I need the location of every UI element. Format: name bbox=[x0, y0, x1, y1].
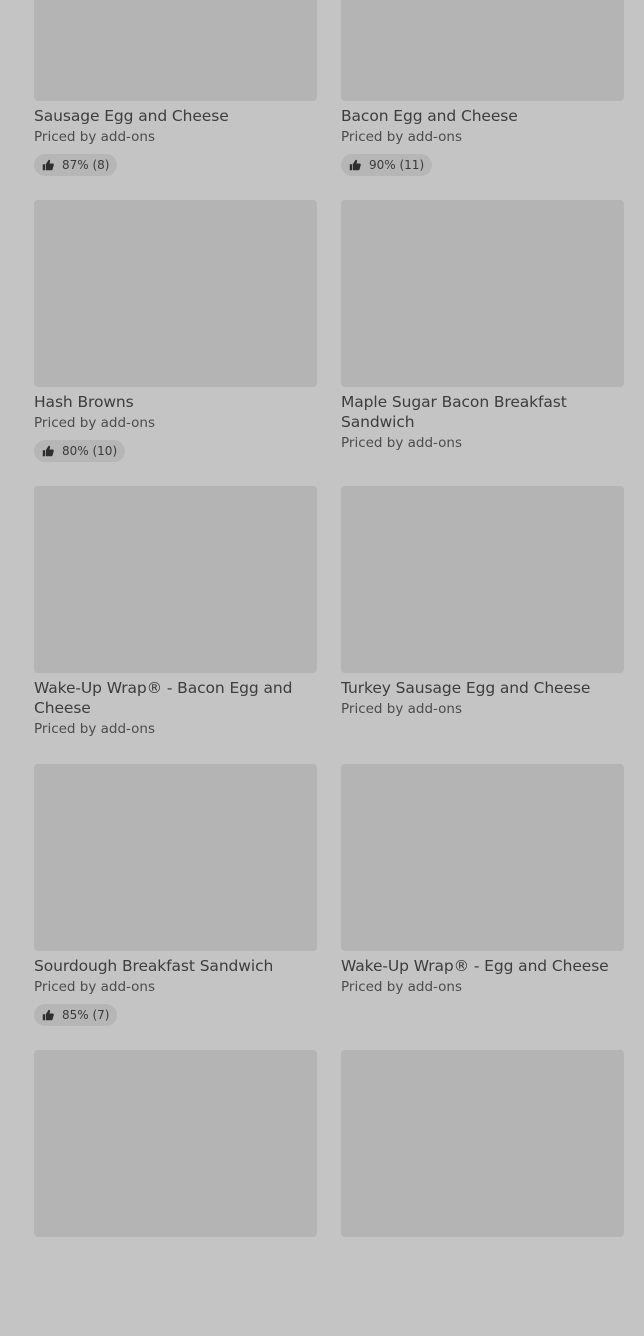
menu-item-price: Priced by add-ons bbox=[34, 721, 156, 737]
menu-item-price: Priced by add-ons bbox=[341, 129, 463, 145]
menu-item-name: Maple Sugar Bacon Breakfast Sandwich bbox=[341, 393, 567, 431]
menu-item-price: Priced by add-ons bbox=[34, 129, 156, 145]
menu-item-image bbox=[341, 0, 624, 101]
menu-item-card[interactable]: Maple Sugar Bacon Breakfast Sandwich Pri… bbox=[341, 200, 624, 486]
menu-item-name: Wake-Up Wrap® - Bacon Egg and Cheese bbox=[34, 679, 293, 717]
menu-item-image bbox=[341, 486, 624, 673]
menu-item-price: Priced by add-ons bbox=[341, 435, 463, 451]
menu-item-card[interactable]: Bacon Egg and Cheese Priced by add-ons 9… bbox=[341, 0, 624, 200]
rating-text: 85% (7) bbox=[62, 1008, 110, 1022]
menu-item-price: Priced by add-ons bbox=[34, 979, 156, 995]
menu-item-card[interactable]: Sausage Egg and Cheese Priced by add-ons… bbox=[34, 0, 317, 200]
menu-item-image bbox=[341, 764, 624, 951]
thumbs-up-icon bbox=[42, 1009, 54, 1021]
menu-item-card[interactable]: Wake-Up Wrap® - Bacon Egg and Cheese Pri… bbox=[34, 486, 317, 764]
rating-badge: 87% (8) bbox=[34, 154, 118, 176]
menu-item-image bbox=[34, 486, 317, 673]
menu-item-image bbox=[341, 1050, 624, 1237]
menu-item-image bbox=[34, 1050, 317, 1237]
rating-text: 87% (8) bbox=[62, 158, 110, 172]
menu-item-name: Sourdough Breakfast Sandwich bbox=[34, 957, 274, 975]
menu-item-card[interactable]: Hash Browns Priced by add-ons 80% (10) bbox=[34, 200, 317, 486]
thumbs-up-icon bbox=[42, 159, 54, 171]
menu-item-image bbox=[34, 764, 317, 951]
menu-item-price: Priced by add-ons bbox=[341, 979, 463, 995]
menu-item-image bbox=[34, 200, 317, 387]
menu-item-card[interactable]: Sourdough Breakfast Sandwich Priced by a… bbox=[34, 764, 317, 1050]
menu-item-name: Sausage Egg and Cheese bbox=[34, 107, 229, 125]
thumbs-up-icon bbox=[42, 445, 54, 457]
rating-text: 80% (10) bbox=[62, 444, 118, 458]
menu-item-grid: Sausage Egg and Cheese Priced by add-ons… bbox=[34, 0, 624, 1336]
rating-badge: 85% (7) bbox=[34, 1004, 118, 1026]
menu-item-card[interactable]: Turkey Sausage Egg and Cheese Priced by … bbox=[341, 486, 624, 764]
rating-badge: 90% (11) bbox=[341, 154, 433, 176]
menu-item-card[interactable] bbox=[34, 1050, 317, 1336]
menu-item-name: Bacon Egg and Cheese bbox=[341, 107, 518, 125]
rating-text: 90% (11) bbox=[369, 158, 425, 172]
menu-item-price: Priced by add-ons bbox=[341, 701, 463, 717]
menu-item-image bbox=[341, 200, 624, 387]
menu-item-name: Wake-Up Wrap® - Egg and Cheese bbox=[341, 957, 609, 975]
menu-item-name: Hash Browns bbox=[34, 393, 134, 411]
menu-item-card[interactable] bbox=[341, 1050, 624, 1336]
rating-badge: 80% (10) bbox=[34, 440, 126, 462]
menu-item-price: Priced by add-ons bbox=[34, 415, 156, 431]
thumbs-up-icon bbox=[349, 159, 361, 171]
menu-item-card[interactable]: Wake-Up Wrap® - Egg and Cheese Priced by… bbox=[341, 764, 624, 1050]
menu-item-image bbox=[34, 0, 317, 101]
menu-item-name: Turkey Sausage Egg and Cheese bbox=[341, 679, 591, 697]
